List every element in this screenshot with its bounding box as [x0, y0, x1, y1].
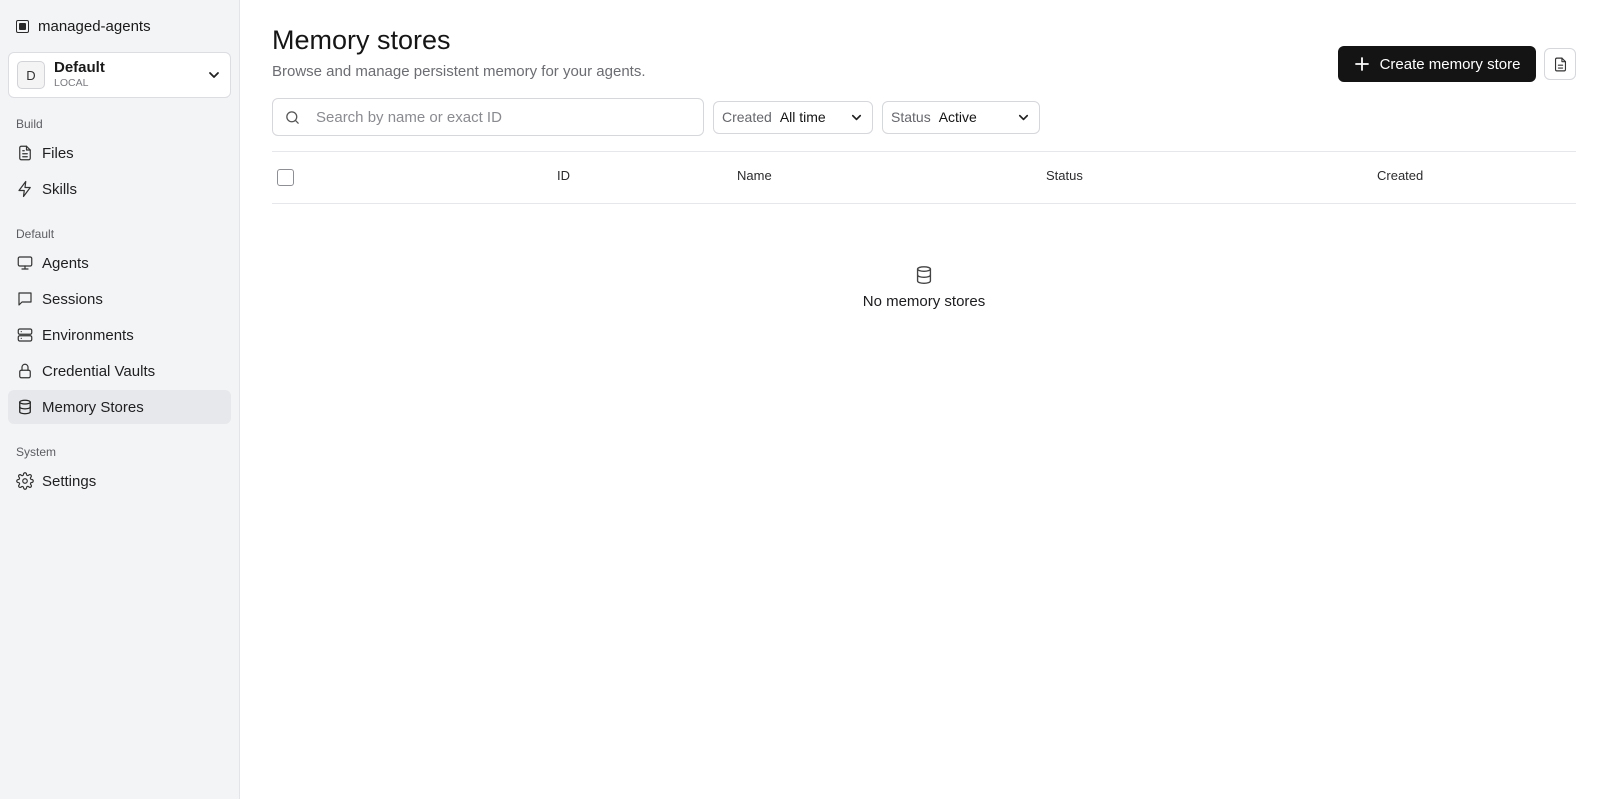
- created-filter-value: All time: [779, 109, 826, 125]
- status-filter-select[interactable]: Status Active: [882, 100, 1040, 134]
- app-name: managed-agents: [38, 17, 151, 35]
- sidebar-item-settings[interactable]: Settings: [8, 464, 231, 498]
- select-all-checkbox[interactable]: [277, 169, 294, 186]
- page-header: Memory stores Browse and manage persiste…: [272, 0, 1576, 98]
- sidebar-item-environments[interactable]: Environments: [8, 318, 231, 352]
- app-header: managed-agents: [8, 0, 231, 52]
- file-icon: [16, 144, 34, 162]
- server-icon: [16, 326, 34, 344]
- sidebar-item-label: Memory Stores: [42, 398, 144, 416]
- sidebar-item-label: Environments: [42, 326, 134, 344]
- column-header-name[interactable]: Name: [737, 168, 772, 183]
- plus-icon: [1354, 56, 1370, 72]
- section-label-default: Default: [16, 227, 55, 241]
- page-title: Memory stores: [272, 25, 451, 55]
- create-button-label: Create memory store: [1379, 55, 1521, 73]
- sidebar-item-label: Agents: [42, 254, 89, 272]
- sidebar-item-label: Credential Vaults: [42, 362, 156, 380]
- empty-state: No memory stores: [272, 264, 1576, 310]
- workspace-name: Default: [54, 58, 105, 76]
- sidebar-item-label: Skills: [42, 180, 78, 198]
- sidebar-item-label: Sessions: [42, 290, 103, 308]
- main-content: Memory stores Browse and manage persiste…: [240, 0, 1600, 799]
- sidebar-item-sessions[interactable]: Sessions: [8, 282, 231, 316]
- workspace-avatar: D: [17, 61, 45, 89]
- column-header-status[interactable]: Status: [1046, 168, 1083, 183]
- sidebar-item-memory-stores[interactable]: Memory Stores: [8, 390, 231, 424]
- section-label-build: Build: [16, 117, 43, 131]
- search-icon: [284, 109, 301, 126]
- sidebar-item-files[interactable]: Files: [8, 136, 231, 170]
- database-icon: [16, 398, 34, 416]
- sidebar-item-label: Files: [42, 144, 74, 162]
- created-filter-select[interactable]: Created All time: [713, 100, 873, 134]
- gear-icon: [16, 472, 34, 490]
- sidebar: managed-agents D Default LOCAL Build Fil…: [0, 0, 240, 799]
- page-subtitle: Browse and manage persistent memory for …: [272, 63, 646, 80]
- lightning-icon: [16, 180, 34, 198]
- database-icon: [913, 264, 935, 293]
- sidebar-item-agents[interactable]: Agents: [8, 246, 231, 280]
- column-header-created[interactable]: Created: [1377, 168, 1423, 183]
- workspace-switcher[interactable]: D Default LOCAL: [8, 52, 231, 98]
- sidebar-item-credential-vaults[interactable]: Credential Vaults: [8, 354, 231, 388]
- chevron-down-icon: [206, 67, 222, 83]
- chevron-down-icon: [1016, 110, 1031, 125]
- search-input[interactable]: [316, 108, 703, 126]
- sidebar-item-skills[interactable]: Skills: [8, 172, 231, 206]
- created-filter-label: Created: [722, 109, 772, 125]
- chevron-down-icon: [849, 110, 864, 125]
- status-filter-label: Status: [891, 109, 931, 125]
- chat-icon: [16, 290, 34, 308]
- app-logo-icon: [16, 19, 29, 33]
- document-icon: [1552, 56, 1569, 73]
- filter-bar: Created All time Status Active: [272, 98, 1576, 136]
- section-label-system: System: [16, 445, 57, 459]
- status-filter-value: Active: [938, 109, 977, 125]
- lock-icon: [16, 362, 34, 380]
- monitor-icon: [16, 254, 34, 272]
- column-header-id[interactable]: ID: [557, 168, 570, 183]
- workspace-env: LOCAL: [54, 77, 89, 90]
- search-box: [272, 98, 704, 136]
- create-memory-store-button[interactable]: Create memory store: [1338, 46, 1536, 82]
- docs-button[interactable]: [1544, 48, 1576, 80]
- sidebar-item-label: Settings: [42, 472, 97, 490]
- empty-state-text: No memory stores: [862, 293, 986, 310]
